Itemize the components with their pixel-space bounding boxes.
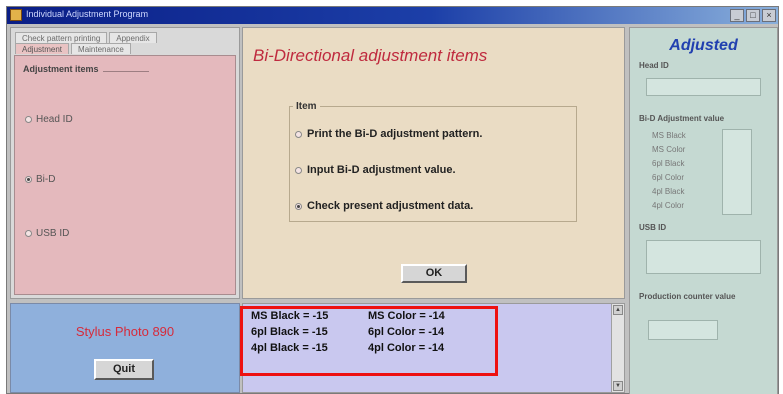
radio-label: Head ID [36, 114, 73, 125]
adjustment-panel: Check pattern printing Appendix Adjustme… [10, 27, 240, 299]
vertical-scrollbar[interactable]: ▲ ▼ [611, 304, 624, 392]
window-controls: _ □ × [730, 9, 776, 22]
ok-button[interactable]: OK [401, 264, 467, 283]
adj-row-label: 4pl Color [652, 201, 685, 210]
tab-appendix[interactable]: Appendix [109, 32, 157, 43]
usb-id-label: USB ID [639, 223, 667, 232]
adj-row-label: 6pl Color [652, 173, 685, 182]
radio-label: Bi-D [36, 174, 56, 185]
tab-row-front: Adjustment Maintenance [15, 43, 131, 54]
window-title: Individual Adjustment Program [26, 9, 149, 19]
option-check-data[interactable]: Check present adjustment data. [295, 200, 473, 212]
radio-head-id[interactable]: Head ID [25, 114, 73, 125]
model-name: Stylus Photo 890 [75, 324, 175, 339]
radio-icon[interactable] [295, 166, 302, 174]
adjusted-panel: Adjusted Head ID Bi-D Adjustment value M… [629, 27, 778, 394]
highlight-box [240, 306, 498, 376]
scroll-down-icon[interactable]: ▼ [613, 381, 623, 391]
bi-d-panel: Bi-Directional adjustment items Item Pri… [242, 27, 625, 299]
option-label: Input Bi-D adjustment value. [307, 164, 456, 176]
head-id-field [646, 78, 761, 96]
model-panel: Stylus Photo 890 Quit [10, 303, 240, 393]
close-icon[interactable]: × [762, 9, 776, 22]
tab-row-back: Check pattern printing Appendix [15, 32, 157, 43]
tab-maintenance[interactable]: Maintenance [71, 43, 131, 54]
minimize-icon[interactable]: _ [730, 9, 744, 22]
radio-usb-id[interactable]: USB ID [25, 228, 69, 239]
radio-icon[interactable] [295, 130, 302, 138]
adjustment-items-title: Adjustment items [23, 64, 103, 74]
option-print-pattern[interactable]: Print the Bi-D adjustment pattern. [295, 128, 482, 140]
radio-icon[interactable] [25, 116, 32, 123]
quit-button[interactable]: Quit [94, 359, 154, 380]
adj-row-label: MS Black [652, 131, 686, 140]
adj-row-label: MS Color [652, 145, 686, 154]
option-input-value[interactable]: Input Bi-D adjustment value. [295, 164, 456, 176]
radio-checked-icon[interactable] [25, 176, 32, 183]
tab-check-pattern-printing[interactable]: Check pattern printing [15, 32, 108, 43]
adj-row-label: 4pl Black [652, 187, 685, 196]
adj-row-label: 6pl Black [652, 159, 685, 168]
app-icon [10, 9, 22, 21]
maximize-icon[interactable]: □ [746, 9, 760, 22]
option-label: Check present adjustment data. [307, 200, 474, 212]
radio-bi-d[interactable]: Bi-D [25, 174, 55, 185]
option-label: Print the Bi-D adjustment pattern. [307, 128, 483, 140]
radio-icon[interactable] [25, 230, 32, 237]
usb-id-field [646, 240, 761, 274]
adjustment-tab-content: Adjustment items Head ID Bi-D USB ID [14, 55, 236, 295]
bi-d-value-label: Bi-D Adjustment value [639, 114, 725, 123]
title-bar[interactable]: Individual Adjustment Program _ □ × [7, 7, 778, 24]
production-counter-label: Production counter value [639, 292, 736, 301]
head-id-label: Head ID [639, 61, 669, 70]
radio-label: USB ID [36, 228, 70, 239]
bi-d-values-field [722, 129, 752, 215]
panel-title: Bi-Directional adjustment items [253, 46, 488, 65]
tab-adjustment[interactable]: Adjustment [15, 43, 70, 54]
adjusted-title: Adjusted [669, 37, 738, 54]
radio-checked-icon[interactable] [295, 202, 302, 210]
item-group-label: Item [293, 101, 320, 112]
scroll-up-icon[interactable]: ▲ [613, 305, 623, 315]
production-counter-field [648, 320, 718, 340]
